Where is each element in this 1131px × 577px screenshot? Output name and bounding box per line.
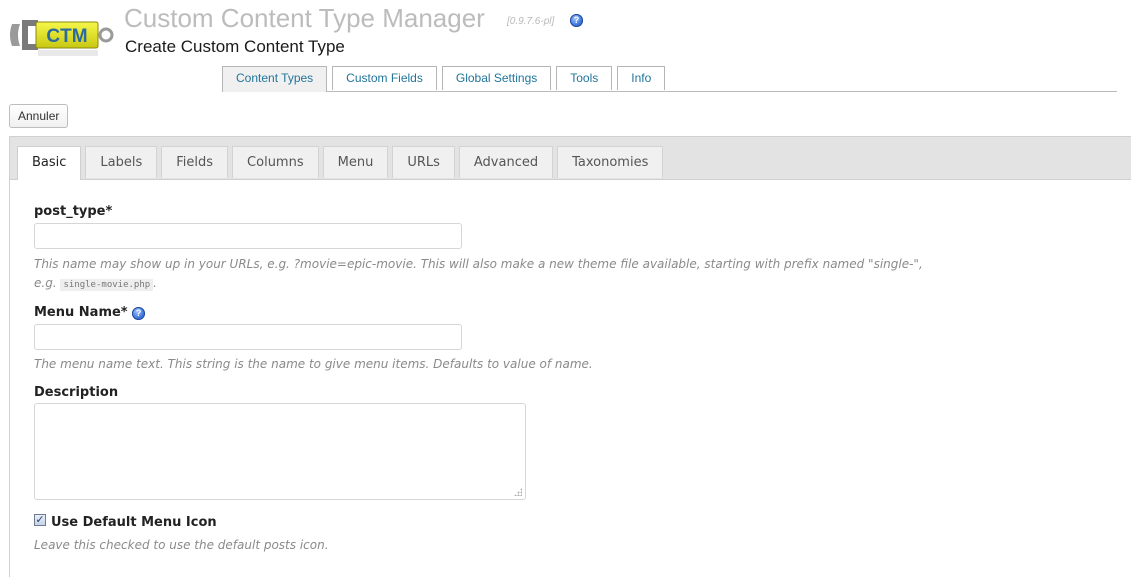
description-label: Description xyxy=(34,385,119,400)
menu-name-input[interactable] xyxy=(34,324,462,350)
nav-tab-tools[interactable]: Tools xyxy=(556,66,613,90)
tab-urls[interactable]: URLs xyxy=(392,146,455,178)
tab-taxonomies[interactable]: Taxonomies xyxy=(557,146,664,178)
page-title: Create Custom Content Type xyxy=(125,37,345,56)
main-nav: Content Types Custom Fields Global Setti… xyxy=(222,66,666,92)
app-title: Custom Content Type Manager xyxy=(124,3,485,33)
use-default-menu-icon-label: Use Default Menu Icon xyxy=(51,515,217,530)
nav-tab-content-types[interactable]: Content Types xyxy=(222,66,328,92)
post-type-label: post_type* xyxy=(34,204,113,219)
help-icon[interactable]: ? xyxy=(132,307,146,320)
version-label: [0.9.7.6-pl] xyxy=(507,16,555,27)
resize-grip-icon[interactable] xyxy=(514,488,522,496)
nav-tab-custom-fields[interactable]: Custom Fields xyxy=(332,66,437,90)
hint-code-example: single-movie.php xyxy=(60,279,154,291)
post-type-hint-example: e.g. single-movie.php. xyxy=(34,276,157,291)
post-type-input[interactable] xyxy=(34,223,462,249)
cancel-button[interactable]: Annuler xyxy=(9,104,69,128)
tab-fields[interactable]: Fields xyxy=(161,146,229,178)
description-textarea[interactable] xyxy=(34,403,526,500)
tab-labels[interactable]: Labels xyxy=(85,146,158,178)
post-type-hint: This name may show up in your URLs, e.g.… xyxy=(34,257,923,271)
ctm-logo: CTM xyxy=(10,20,114,56)
menu-name-label: Menu Name* ? xyxy=(34,305,146,320)
help-icon[interactable]: ? xyxy=(570,14,583,27)
tab-menu[interactable]: Menu xyxy=(322,146,389,178)
tab-basic[interactable]: Basic xyxy=(17,146,82,180)
svg-text:CTM: CTM xyxy=(46,26,87,47)
use-default-menu-icon-checkbox[interactable]: ✓ xyxy=(34,514,46,526)
menu-name-hint: The menu name text. This string is the n… xyxy=(34,357,593,371)
nav-tab-info[interactable]: Info xyxy=(617,66,666,90)
tab-columns[interactable]: Columns xyxy=(232,146,319,178)
nav-tab-global-settings[interactable]: Global Settings xyxy=(441,66,552,90)
tab-advanced[interactable]: Advanced xyxy=(458,146,554,178)
form-tabs: Basic Labels Fields Columns Menu URLs Ad… xyxy=(17,146,664,180)
use-default-menu-icon-hint: Leave this checked to use the default po… xyxy=(34,538,329,552)
